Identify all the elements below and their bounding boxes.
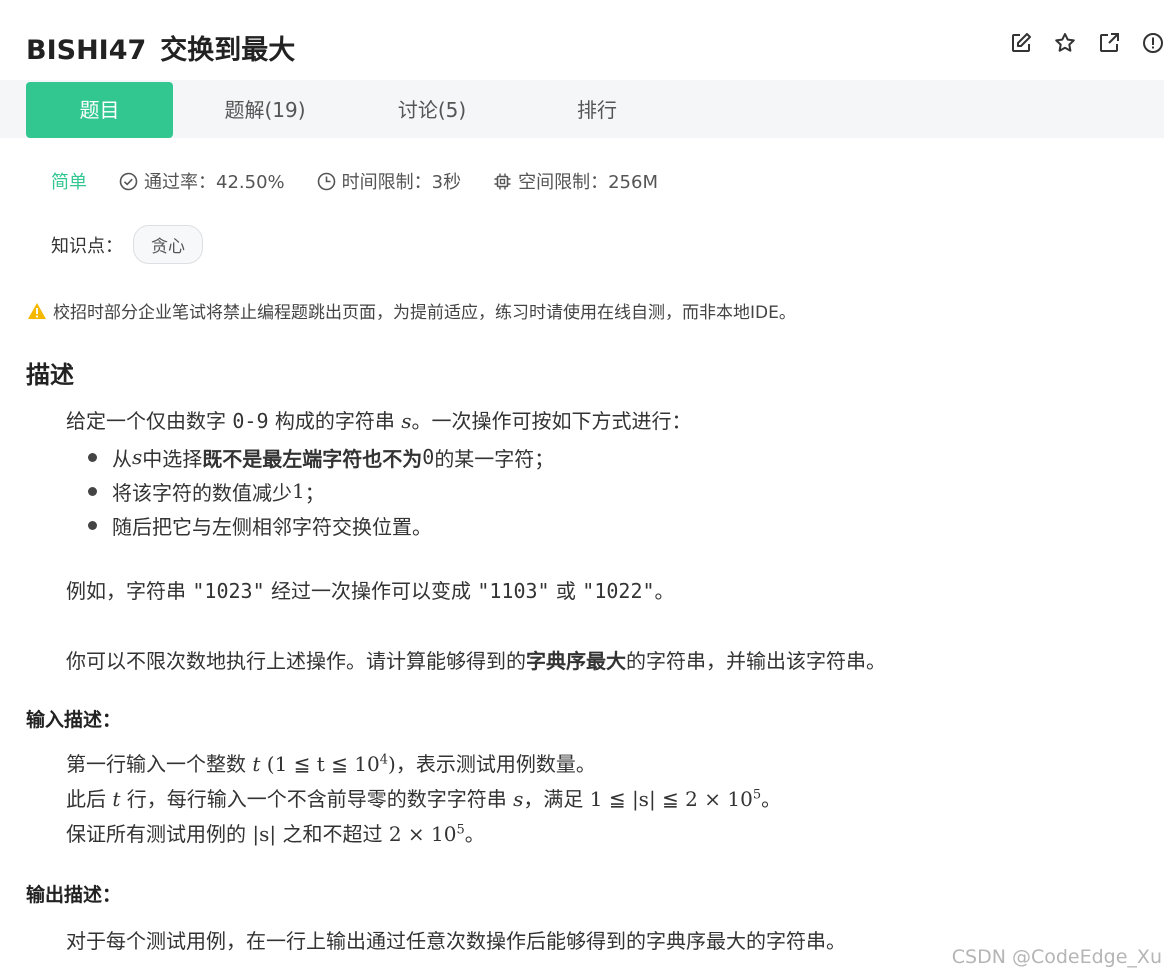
problem-id: BISHI47 [26,35,147,66]
list-item: 随后把它与左侧相邻字符交换位置。 [88,508,554,542]
input-heading: 输入描述： [26,709,122,731]
clock-icon [317,172,335,190]
star-icon[interactable] [1054,32,1076,54]
tab-solutions[interactable]: 题解(19) [195,82,335,138]
description-task: 你可以不限次数地执行上述操作。请计算能够得到的字典序最大的字符串，并输出该字符串… [66,649,886,673]
warning-text: 校招时部分企业笔试将禁止编程题跳出页面，为提前适应，练习时请使用在线自测，而非本… [53,303,796,323]
output-text: 对于每个测试用例，在一行上输出通过任意次数操作后能够得到的字典序最大的字符串。 [66,929,846,953]
list-item: 从 s 中选择 既不是最左端字符也不为 0 的某一字符； [88,440,554,474]
warning-notice: 校招时部分企业笔试将禁止编程题跳出页面，为提前适应，练习时请使用在线自测，而非本… [27,298,796,323]
pass-rate-text: 通过率：42.50% [144,172,285,193]
input-line-3: 保证所有测试用例的 |s| 之和不超过 2 × 105。 [66,822,485,846]
input-line-1: 第一行输入一个整数 t (1 ≦ t ≦ 104)，表示测试用例数量。 [66,752,596,776]
tab-bar: 题目 题解(19) 讨论(5) 排行 [0,80,1164,138]
time-limit-text: 时间限制：3秒 [341,172,462,193]
chip-icon [494,173,511,189]
tab-ranking[interactable]: 排行 [527,82,667,138]
tab-problem[interactable]: 题目 [26,82,173,138]
problem-title: 交换到最大 [160,35,296,66]
watermark: CSDN @CodeEdge_Xu [951,946,1162,968]
knowledge-tag[interactable]: 贪心 [133,225,203,264]
warning-icon [28,302,46,319]
output-heading: 输出描述： [26,884,122,906]
external-link-icon[interactable] [1098,32,1120,54]
time-limit: 时间限制：3秒 [317,168,461,194]
page-title: BISHI47 交换到最大 [26,28,295,67]
memory-limit-text: 空间限制：256M [518,172,658,193]
tab-discussion[interactable]: 讨论(5) [362,82,502,138]
knowledge-label: 知识点： [51,235,123,257]
difficulty-label: 简单 [51,172,87,193]
memory-limit: 空间限制：256M [493,168,658,194]
knowledge-points: 知识点： 贪心 [51,225,203,264]
input-line-2: 此后 t 行，每行输入一个不含前导零的数字字符串 s，满足 1 ≦ |s| ≦ … [66,787,782,811]
operation-list: 从 s 中选择 既不是最左端字符也不为 0 的某一字符； 将该字符的数值减少 1；… [88,440,554,542]
description-heading: 描述 [26,361,74,389]
description-example: 例如，字符串 "1023" 经过一次操作可以变成 "1103" 或 "1022"… [66,579,675,603]
description-intro: 给定一个仅由数字 0-9 构成的字符串 s。一次操作可按如下方式进行： [66,409,692,433]
edit-icon[interactable] [1010,32,1032,54]
header-actions [1010,32,1164,54]
pass-rate: 通过率：42.50% [119,168,285,194]
problem-header: BISHI47 交换到最大 [0,0,1164,80]
problem-meta: 简单 通过率：42.50% 时间限制：3秒 空间限制：256M [51,168,690,194]
check-circle-icon [119,172,138,190]
info-icon[interactable] [1142,32,1164,54]
list-item: 将该字符的数值减少 1； [88,474,554,508]
